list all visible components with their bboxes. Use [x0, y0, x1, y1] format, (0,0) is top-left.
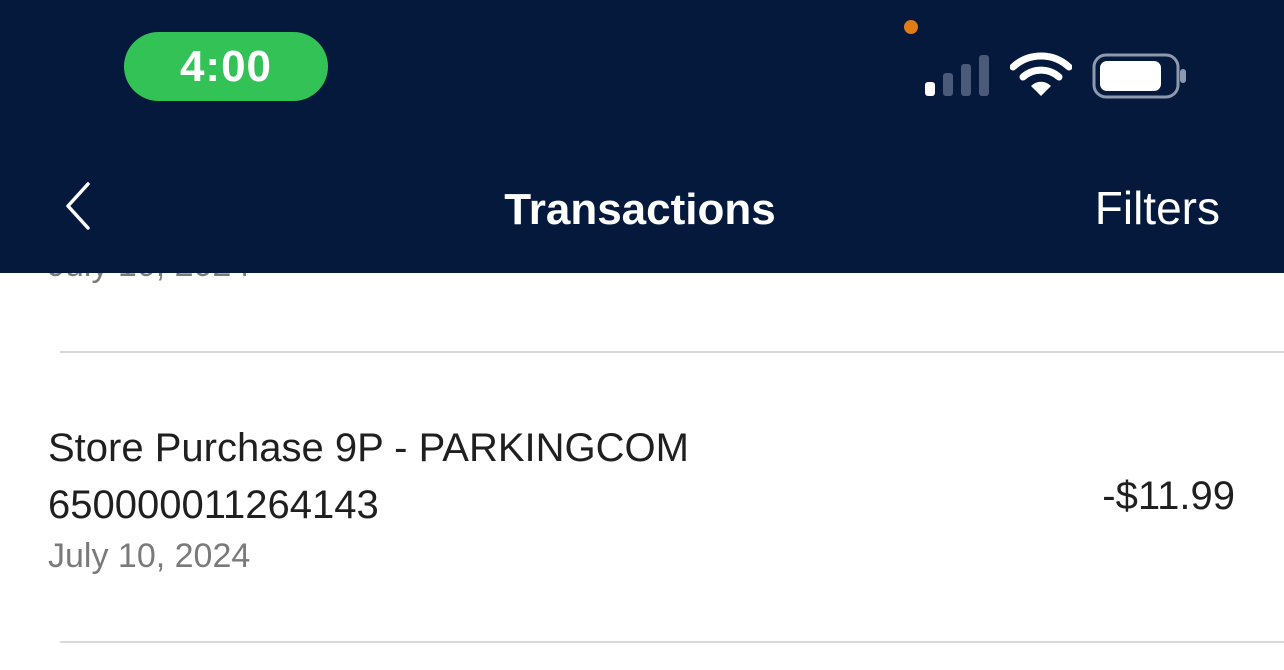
- transaction-amount: -$11.99: [1102, 474, 1235, 518]
- signal-icon: [925, 55, 989, 96]
- transaction-date: July 10, 2024: [48, 537, 251, 575]
- list-divider: [60, 641, 1284, 643]
- previous-transaction-date: July 10, 2024: [48, 273, 250, 285]
- battery-icon: [1092, 53, 1186, 99]
- transaction-row[interactable]: Store Purchase 9P - PARKINGCOM 650000011…: [0, 354, 1284, 642]
- transactions-list[interactable]: July 10, 2024 Store Purchase 9P - PARKIN…: [0, 273, 1284, 670]
- filters-button[interactable]: Filters: [1040, 180, 1220, 236]
- list-divider: [60, 351, 1284, 353]
- page-title: Transactions: [504, 185, 776, 234]
- transaction-description: Store Purchase 9P - PARKINGCOM 650000011…: [48, 426, 689, 527]
- app-header: 4:00 Transactions Filters: [0, 0, 1284, 273]
- back-button[interactable]: [48, 168, 108, 244]
- wifi-icon: [1010, 52, 1072, 96]
- chevron-left-icon: [66, 182, 90, 230]
- status-time: 4:00: [124, 32, 328, 101]
- privacy-indicator-dot: [904, 20, 918, 34]
